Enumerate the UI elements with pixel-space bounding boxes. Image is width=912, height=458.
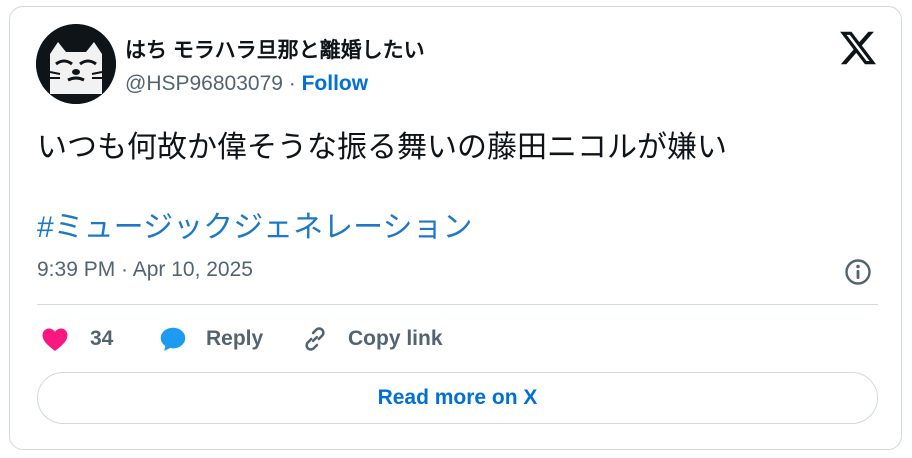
copy-link-label: Copy link — [348, 327, 443, 350]
separator-dot: · — [282, 72, 302, 95]
avatar[interactable] — [36, 24, 116, 104]
read-more-button[interactable]: Read more on X — [37, 372, 878, 424]
tweet-text: いつも何故か偉そうな振る舞いの藤田ニコルが嫌い — [37, 131, 727, 164]
reply-button[interactable]: Reply — [158, 322, 263, 356]
author-name[interactable]: はち モラハラ旦那と離婚したい — [125, 34, 425, 64]
speech-bubble-icon — [160, 327, 186, 351]
author-handle[interactable]: @HSP96803079 — [125, 72, 283, 95]
like-button[interactable]: 34 — [40, 322, 113, 356]
heart-icon — [42, 328, 68, 351]
author-handle-row: @HSP96803079 · Follow — [125, 72, 368, 96]
reply-label: Reply — [206, 327, 264, 350]
tweet-timestamp[interactable]: 9:39 PM · Apr 10, 2025 — [37, 258, 253, 282]
link-icon — [305, 327, 325, 351]
like-count: 34 — [90, 327, 114, 350]
copy-link-button[interactable]: Copy link — [300, 322, 443, 356]
cat-avatar-icon — [36, 24, 116, 104]
follow-button[interactable]: Follow — [302, 72, 369, 95]
hashtag-link[interactable]: #ミュージックジェネレーション — [37, 202, 472, 246]
divider — [37, 304, 878, 305]
x-logo-icon[interactable] — [838, 28, 878, 68]
info-icon[interactable] — [843, 257, 873, 287]
